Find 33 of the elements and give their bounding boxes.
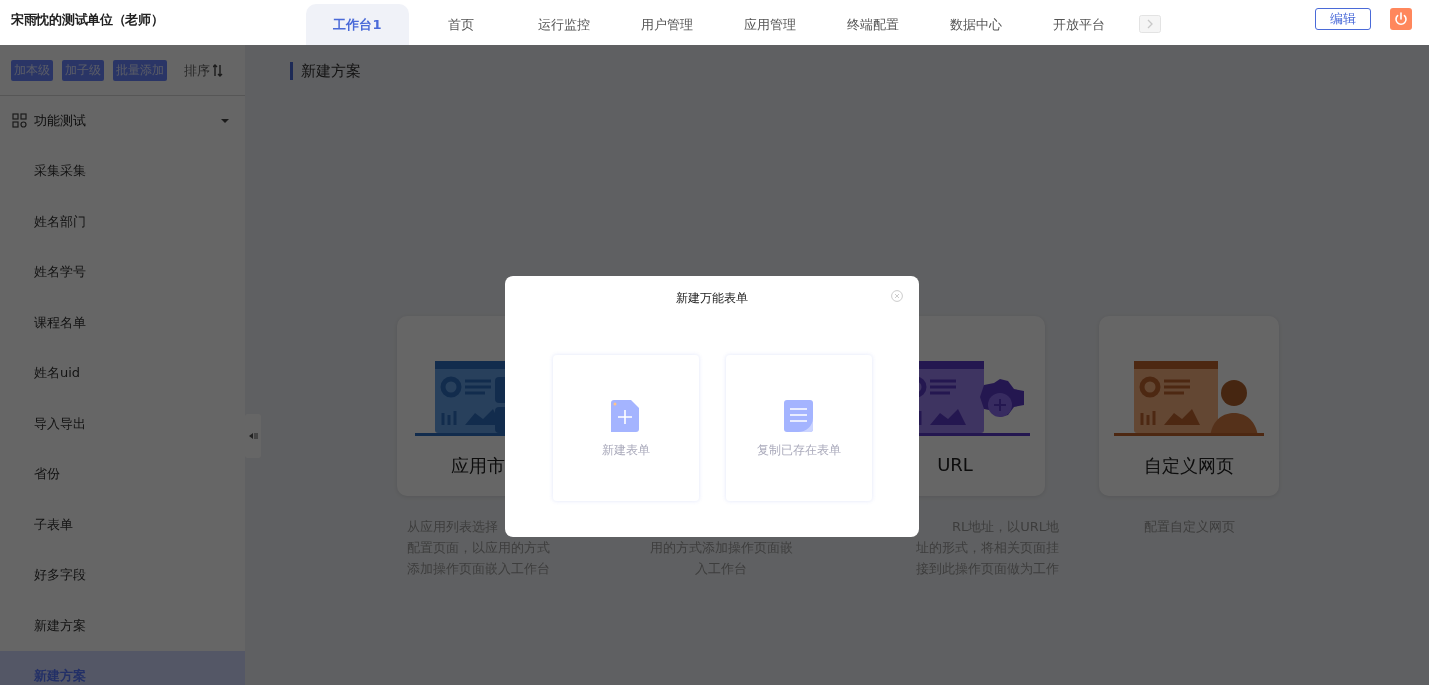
nav-tab[interactable]: 工作台1 bbox=[306, 4, 409, 45]
nav-tab[interactable]: 应用管理 bbox=[718, 4, 821, 45]
close-icon[interactable] bbox=[891, 290, 903, 302]
grid-icon bbox=[12, 113, 28, 129]
option-card[interactable]: 自定义网页 bbox=[1099, 316, 1279, 496]
document-icon bbox=[784, 400, 813, 432]
tree-node[interactable]: 功能测试 bbox=[0, 96, 245, 146]
nav-tab[interactable]: 终端配置 bbox=[821, 4, 924, 45]
tree-item[interactable]: 姓名学号 bbox=[0, 247, 245, 298]
tree-item[interactable]: 课程名单 bbox=[0, 297, 245, 348]
tree-item[interactable]: 新建方案 bbox=[0, 600, 245, 651]
tree-item[interactable]: 子表单 bbox=[0, 499, 245, 550]
sort-icon bbox=[213, 64, 223, 77]
collapse-handle-icon[interactable] bbox=[245, 414, 261, 458]
tree-item[interactable]: 导入导出 bbox=[0, 398, 245, 449]
nav-tab[interactable]: 首页 bbox=[409, 4, 512, 45]
nav-tab[interactable]: 开放平台 bbox=[1027, 4, 1130, 45]
chevron-right-icon[interactable] bbox=[1139, 14, 1161, 33]
tree-item[interactable]: 好多字段 bbox=[0, 550, 245, 601]
tree-item[interactable]: 采集采集 bbox=[0, 146, 245, 197]
sort-button[interactable]: 排序 bbox=[184, 61, 223, 80]
add-document-icon bbox=[611, 400, 640, 432]
tree-item[interactable]: 省份 bbox=[0, 449, 245, 500]
nav-tab[interactable]: 数据中心 bbox=[924, 4, 1027, 45]
page-heading: 新建方案 bbox=[290, 62, 1429, 80]
edit-button[interactable]: 编辑 bbox=[1315, 8, 1371, 30]
nav-tab[interactable]: 运行监控 bbox=[512, 4, 615, 45]
org-title: 宋雨忱的测试单位（老师） bbox=[10, 11, 165, 29]
nav-tab[interactable]: 用户管理 bbox=[615, 4, 718, 45]
tree-item[interactable]: 姓名uid bbox=[0, 348, 245, 399]
power-icon[interactable] bbox=[1390, 8, 1412, 30]
tree-item[interactable]: 姓名部门 bbox=[0, 196, 245, 247]
dialog-title: 新建万能表单 bbox=[676, 290, 748, 307]
